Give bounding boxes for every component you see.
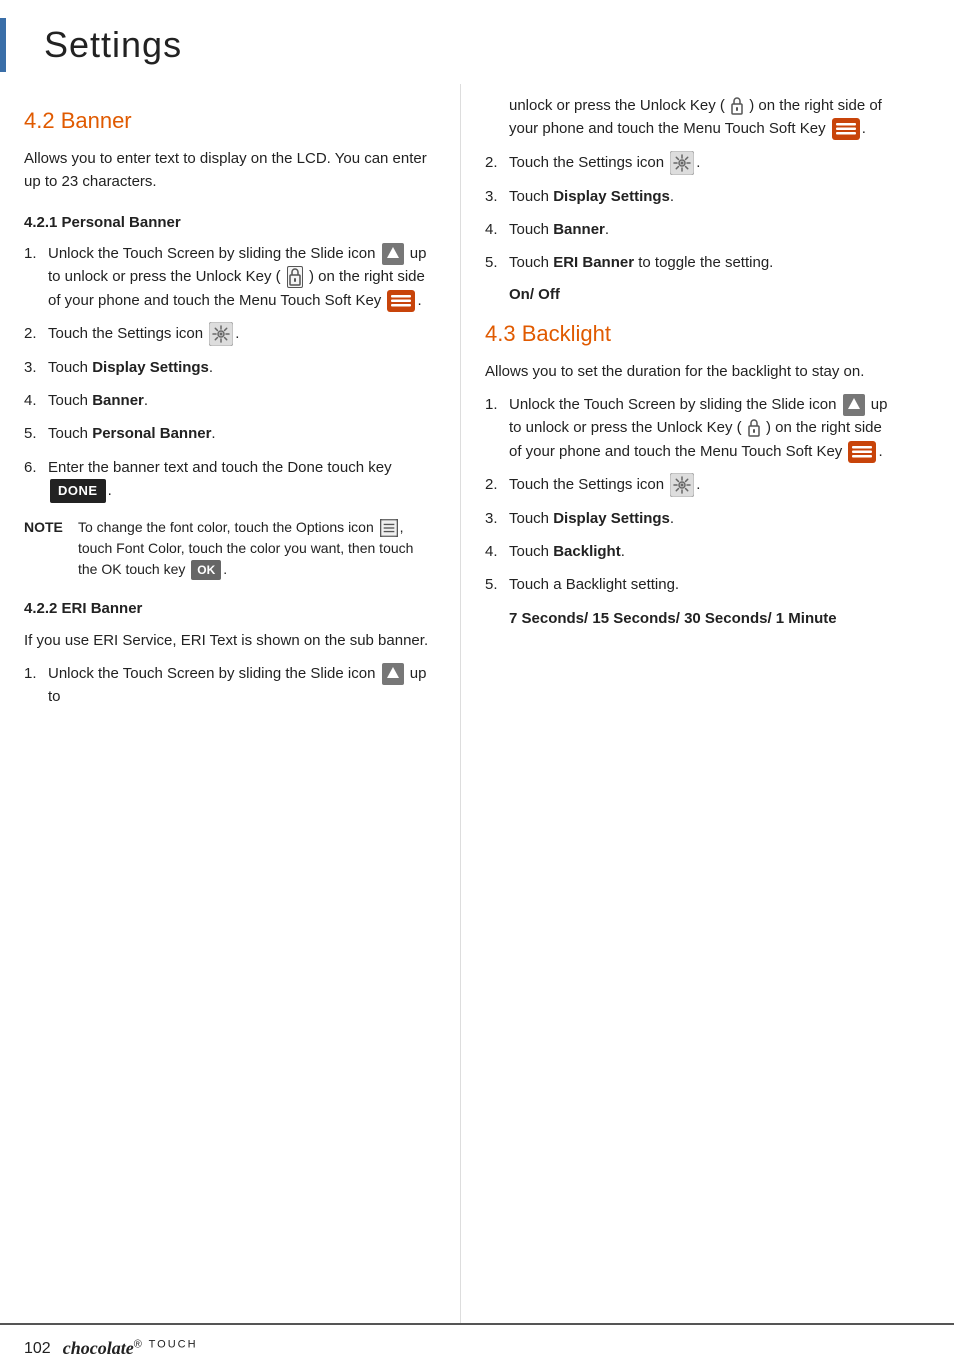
eri-step-number-1: 1.: [24, 662, 48, 685]
section-4-3-heading: 4.3 Backlight: [485, 317, 896, 350]
footer-page-number: 102: [24, 1337, 51, 1361]
eri-step-2-content: Touch the Settings icon: [509, 151, 896, 175]
step-number-6: 6.: [24, 456, 48, 479]
step-number-1: 1.: [24, 242, 48, 265]
eri-step-3-content: Touch Display Settings.: [509, 185, 896, 208]
left-column: 4.2 Banner Allows you to enter text to d…: [0, 84, 460, 1323]
page-title: Settings: [24, 18, 182, 72]
step-2-content: Touch the Settings icon: [48, 322, 436, 346]
eri-step-3: 3. Touch Display Settings.: [485, 185, 896, 208]
slide-icon-backlight: [843, 394, 865, 416]
eri-steps-left: 1. Unlock the Touch Screen by sliding th…: [24, 662, 436, 709]
menu-softkey-icon: [387, 290, 415, 312]
settings-icon-backlight: [670, 473, 694, 497]
step-3-content: Touch Display Settings.: [48, 356, 436, 379]
eri-step-5-content: Touch ERI Banner to toggle the setting.: [509, 251, 896, 274]
backlight-step-number-4: 4.: [485, 540, 509, 563]
backlight-step-3: 3. Touch Display Settings.: [485, 507, 896, 530]
eri-step-number-3: 3.: [485, 185, 509, 208]
step-6-content: Enter the banner text and touch the Done…: [48, 456, 436, 503]
step-4-content: Touch Banner.: [48, 389, 436, 412]
step-1-personal: 1. Unlock the Touch Screen by sliding th…: [24, 242, 436, 312]
backlight-step-1-content: Unlock the Touch Screen by sliding the S…: [509, 393, 896, 463]
backlight-options: 7 Seconds/ 15 Seconds/ 30 Seconds/ 1 Min…: [509, 607, 896, 630]
backlight-step-number-3: 3.: [485, 507, 509, 530]
backlight-steps: 1. Unlock the Touch Screen by sliding th…: [485, 393, 896, 597]
step-number-2: 2.: [24, 322, 48, 345]
eri-step-number-4: 4.: [485, 218, 509, 241]
backlight-step-5-content: Touch a Backlight setting.: [509, 573, 896, 596]
backlight-step-2: 2. Touch the Settings icon: [485, 473, 896, 497]
backlight-step-number-2: 2.: [485, 473, 509, 496]
slide-icon-eri: [382, 663, 404, 685]
footer-brand: chocolate® TOUCH: [63, 1335, 198, 1362]
step-number-4: 4.: [24, 389, 48, 412]
eri-desc: If you use ERI Service, ERI Text is show…: [24, 629, 436, 652]
step-number-3: 3.: [24, 356, 48, 379]
note-label: NOTE: [24, 517, 78, 580]
subsection-4-2-2-heading: 4.2.2 ERI Banner: [24, 598, 436, 621]
eri-step-2: 2. Touch the Settings icon: [485, 151, 896, 175]
blue-accent-bar: [0, 18, 6, 72]
step-1-content: Unlock the Touch Screen by sliding the S…: [48, 242, 436, 312]
backlight-step-number-1: 1.: [485, 393, 509, 416]
on-off-label: On/ Off: [509, 284, 896, 307]
note-content: To change the font color, touch the Opti…: [78, 517, 436, 580]
eri-step-1-content: Unlock the Touch Screen by sliding the S…: [48, 662, 436, 709]
subsection-4-2-1-heading: 4.2.1 Personal Banner: [24, 212, 436, 235]
slide-icon: [382, 243, 404, 265]
menu-softkey-icon-eri: [832, 118, 860, 140]
unlock-key-icon-backlight: [748, 419, 760, 437]
eri-step-4: 4. Touch Banner.: [485, 218, 896, 241]
note-block: NOTE To change the font color, touch the…: [24, 517, 436, 580]
step-6-personal: 6. Enter the banner text and touch the D…: [24, 456, 436, 503]
backlight-step-5: 5. Touch a Backlight setting.: [485, 573, 896, 596]
step-4-personal: 4. Touch Banner.: [24, 389, 436, 412]
step-5-personal: 5. Touch Personal Banner.: [24, 422, 436, 445]
backlight-step-number-5: 5.: [485, 573, 509, 596]
step-2-personal: 2. Touch the Settings icon: [24, 322, 436, 346]
title-section: Settings: [0, 0, 954, 84]
footer-bar: 102 chocolate® TOUCH: [0, 1323, 954, 1372]
footer-brand-touch: ® TOUCH: [134, 1338, 198, 1350]
backlight-step-4-content: Touch Backlight.: [509, 540, 896, 563]
step-5-content: Touch Personal Banner.: [48, 422, 436, 445]
ok-button: OK: [191, 560, 221, 580]
section-4-2-desc: Allows you to enter text to display on t…: [24, 147, 436, 194]
eri-step-1-cont: unlock or press the Unlock Key ( ) on th…: [485, 94, 896, 141]
eri-step-1: 1. Unlock the Touch Screen by sliding th…: [24, 662, 436, 709]
done-button: DONE: [50, 479, 106, 503]
eri-step-5: 5. Touch ERI Banner to toggle the settin…: [485, 251, 896, 274]
personal-banner-steps: 1. Unlock the Touch Screen by sliding th…: [24, 242, 436, 503]
eri-step-number-2: 2.: [485, 151, 509, 174]
backlight-step-2-content: Touch the Settings icon: [509, 473, 896, 497]
backlight-step-1: 1. Unlock the Touch Screen by sliding th…: [485, 393, 896, 463]
section-4-2-heading: 4.2 Banner: [24, 104, 436, 137]
options-icon: [380, 519, 398, 537]
eri-step-4-content: Touch Banner.: [509, 218, 896, 241]
backlight-step-4: 4. Touch Backlight.: [485, 540, 896, 563]
settings-icon-eri: [670, 151, 694, 175]
content-area: 4.2 Banner Allows you to enter text to d…: [0, 84, 954, 1323]
right-column: unlock or press the Unlock Key ( ) on th…: [460, 84, 920, 1323]
menu-softkey-icon-backlight: [848, 441, 876, 463]
step-3-personal: 3. Touch Display Settings.: [24, 356, 436, 379]
step-number-5: 5.: [24, 422, 48, 445]
settings-icon: [209, 322, 233, 346]
eri-steps-right: 2. Touch the Settings icon: [485, 151, 896, 275]
page-container: Settings 4.2 Banner Allows you to enter …: [0, 0, 954, 1372]
section-4-3-desc: Allows you to set the duration for the b…: [485, 360, 896, 383]
backlight-step-3-content: Touch Display Settings.: [509, 507, 896, 530]
eri-step-number-5: 5.: [485, 251, 509, 274]
unlock-key-icon: [287, 266, 303, 288]
footer-brand-chocolate: chocolate: [63, 1338, 134, 1358]
unlock-key-icon-eri: [731, 97, 743, 115]
